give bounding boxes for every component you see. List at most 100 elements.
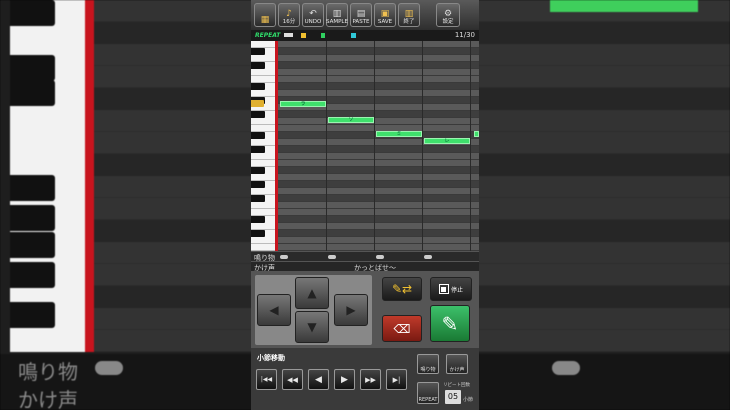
- stop-button[interactable]: 停止: [430, 277, 472, 301]
- grid-row[interactable]: [278, 118, 479, 125]
- sample-button[interactable]: ▥ SAMPLE: [326, 3, 348, 27]
- instrument-row[interactable]: 鳴り物: [251, 251, 479, 262]
- first-measure-button[interactable]: |◀◀: [256, 369, 277, 390]
- black-key[interactable]: [251, 48, 265, 55]
- grid-row[interactable]: [278, 111, 479, 118]
- measure-unit-label: 小節: [463, 397, 474, 403]
- keyboard-button[interactable]: ▦: [254, 3, 276, 27]
- grid-row[interactable]: [278, 244, 479, 251]
- note-block[interactable]: ソ: [328, 117, 374, 123]
- right-button[interactable]: ▶: [334, 294, 368, 326]
- fast-forward-button[interactable]: ▶▶: [360, 369, 381, 390]
- voice-button[interactable]: かけ声: [446, 354, 468, 374]
- black-key[interactable]: [251, 62, 265, 69]
- status-bar: REPEAT 11/30: [251, 30, 479, 41]
- black-key[interactable]: [251, 181, 265, 188]
- grid-row[interactable]: [278, 174, 479, 181]
- voice-row[interactable]: かけ声 かっとばせ〜: [251, 261, 479, 272]
- down-button[interactable]: ▼: [295, 311, 329, 343]
- white-key[interactable]: [251, 243, 275, 244]
- undo-icon: ↶: [309, 9, 317, 19]
- grid-row[interactable]: [278, 202, 479, 209]
- grid-row[interactable]: [278, 62, 479, 69]
- white-key[interactable]: [251, 124, 275, 125]
- position-marker-icon: [301, 33, 306, 38]
- black-key[interactable]: [251, 167, 265, 174]
- grid-row[interactable]: [278, 153, 479, 160]
- last-measure-button[interactable]: ▶|: [386, 369, 407, 390]
- repeat-count-field[interactable]: 05: [445, 390, 461, 404]
- grid-row[interactable]: [278, 48, 479, 55]
- grid-row[interactable]: [278, 223, 479, 230]
- pencil-icon: ✎: [441, 311, 459, 336]
- grid-row[interactable]: [278, 209, 479, 216]
- rewind-button[interactable]: ◀◀: [282, 369, 303, 390]
- piano-keyboard[interactable]: [251, 41, 275, 251]
- note-block[interactable]: ラ: [280, 101, 326, 107]
- grid-row[interactable]: [278, 90, 479, 97]
- black-key[interactable]: [251, 195, 265, 202]
- prev-button[interactable]: ◀: [308, 369, 329, 390]
- grid-row[interactable]: [278, 146, 479, 153]
- loop-marker-icon: [284, 33, 293, 37]
- black-key[interactable]: [251, 132, 265, 139]
- erase-button[interactable]: ⌫: [382, 315, 422, 342]
- grid-row[interactable]: [278, 41, 479, 48]
- undo-button[interactable]: ↶ UNDO: [302, 3, 324, 27]
- grid-row[interactable]: [278, 181, 479, 188]
- app-window: ▦ ♪ 16分 ↶ UNDO ▥ SAMPLE ▤ PASTE ▣ SAVE ▥ 終了 ⚙ 設…: [251, 0, 479, 410]
- beat-line: [374, 41, 375, 251]
- bg-black-key: [10, 232, 55, 258]
- white-key[interactable]: [251, 159, 275, 160]
- black-key[interactable]: [251, 111, 265, 118]
- beat-button[interactable]: ♪ 16分: [278, 3, 300, 27]
- note-block[interactable]: [474, 131, 479, 137]
- settings-button[interactable]: ⚙ 設定: [436, 3, 460, 27]
- grid-row[interactable]: [278, 76, 479, 83]
- beat-line: [422, 41, 423, 251]
- note-block[interactable]: レ: [424, 138, 470, 144]
- left-button[interactable]: ◀: [257, 294, 291, 326]
- bg-black-key: [10, 205, 55, 231]
- draw-button[interactable]: ✎: [430, 305, 470, 342]
- black-key[interactable]: [251, 216, 265, 223]
- drum-icon[interactable]: [376, 255, 384, 259]
- grid-row[interactable]: [278, 230, 479, 237]
- exit-icon: ▥: [404, 9, 414, 19]
- grid-row[interactable]: [278, 237, 479, 244]
- repeat-button[interactable]: REPEAT: [417, 382, 439, 404]
- exit-button[interactable]: ▥ 終了: [398, 3, 420, 27]
- next-button[interactable]: ▶: [334, 369, 355, 390]
- grid-row[interactable]: [278, 167, 479, 174]
- drum-icon[interactable]: [280, 255, 288, 259]
- grid-row[interactable]: [278, 55, 479, 62]
- black-key[interactable]: [251, 83, 265, 90]
- grid-row[interactable]: [278, 69, 479, 76]
- measure-move-title: 小節移動: [257, 354, 285, 362]
- white-key[interactable]: [251, 208, 275, 209]
- save-button[interactable]: ▣ SAVE: [374, 3, 396, 27]
- grid-row[interactable]: [278, 195, 479, 202]
- grid-row[interactable]: [278, 188, 479, 195]
- black-key[interactable]: [251, 146, 265, 153]
- arrow-left-icon: ◀: [269, 303, 279, 317]
- up-button[interactable]: ▲: [295, 277, 329, 309]
- drum-icon[interactable]: [328, 255, 336, 259]
- selected-key[interactable]: [251, 100, 264, 107]
- repeat-indicator: REPEAT: [255, 32, 281, 39]
- paste-button[interactable]: ▤ PASTE: [350, 3, 372, 27]
- grid-row[interactable]: [278, 216, 479, 223]
- mode-toggle-button[interactable]: ✎⇄: [382, 277, 422, 301]
- white-key[interactable]: [251, 75, 275, 76]
- beat-icon: ♪: [286, 9, 292, 19]
- drum-icon[interactable]: [424, 255, 432, 259]
- sample-icon: ▥: [332, 9, 342, 19]
- grid-row[interactable]: [278, 160, 479, 167]
- grid-row[interactable]: [278, 83, 479, 90]
- note-grid[interactable]: ラソミレ: [278, 41, 479, 251]
- note-block[interactable]: ミ: [376, 131, 422, 137]
- black-key[interactable]: [251, 230, 265, 237]
- marker-icon: [351, 33, 356, 38]
- instrument-button[interactable]: 鳴り物: [417, 354, 439, 374]
- piano-roll[interactable]: ラソミレ: [251, 41, 479, 251]
